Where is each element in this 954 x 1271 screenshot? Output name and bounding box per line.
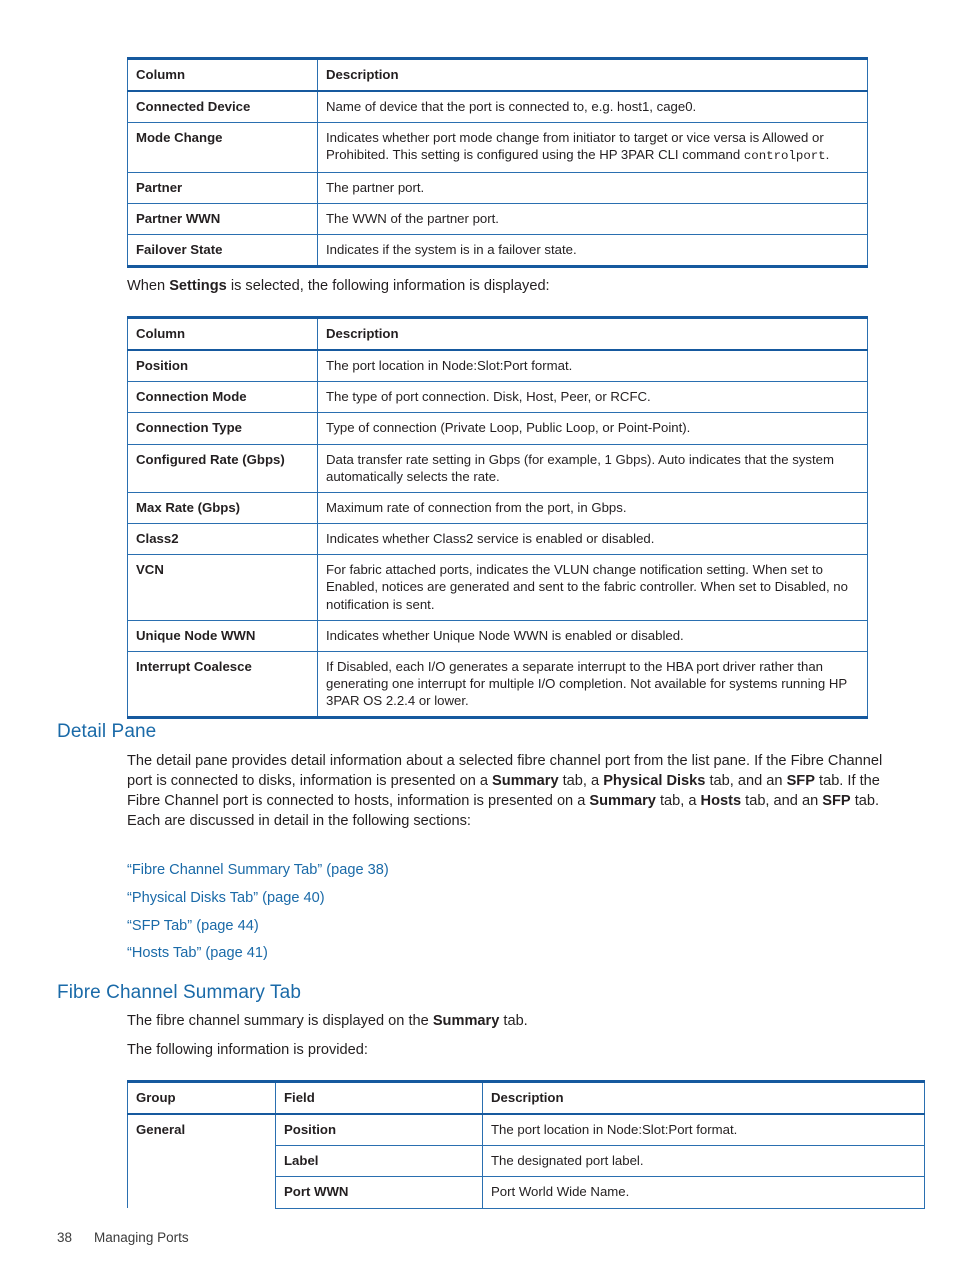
link-sfp-tab[interactable]: “SFP Tab” (page 44) <box>127 918 259 934</box>
table-row: Partner WWN The WWN of the partner port. <box>127 202 868 235</box>
table-connected-device: Column Description Connected Device Name… <box>127 57 868 269</box>
table-settings: Column Description Position The port loc… <box>127 316 868 720</box>
table-row: Configured Rate (Gbps) Data transfer rat… <box>127 443 868 493</box>
cell-description: If Disabled, each I/O generates a separa… <box>317 650 868 719</box>
cell-column: Position <box>127 349 318 383</box>
cell-description: Port World Wide Name. <box>482 1176 925 1209</box>
page-footer: 38 Managing Ports <box>57 1230 189 1245</box>
footer-section-title: Managing Ports <box>94 1230 189 1245</box>
cell-description: The port location in Node:Slot:Port form… <box>317 349 868 383</box>
cell-column: Class2 <box>127 523 318 556</box>
cell-field: Position <box>275 1113 483 1147</box>
column-header-description: Description <box>317 317 868 352</box>
table-header-row: Group Field Description <box>127 1081 925 1116</box>
dp-text-6: tab, and an <box>741 792 823 809</box>
footer-page-number: 38 <box>57 1230 73 1245</box>
cell-description: The WWN of the partner port. <box>317 202 868 235</box>
cell-description: Indicates whether Class2 service is enab… <box>317 523 868 556</box>
cell-column: Configured Rate (Gbps) <box>127 443 318 493</box>
cell-column: Failover State <box>127 233 318 268</box>
cell-column: Max Rate (Gbps) <box>127 491 318 525</box>
dp-text-5: tab, a <box>655 792 701 809</box>
dp-bold-sfp-1: SFP <box>786 772 815 789</box>
column-header-description: Description <box>317 58 868 93</box>
table-header-row: Column Description <box>127 58 868 93</box>
table-row: Interrupt Coalesce If Disabled, each I/O… <box>127 650 868 719</box>
cell-description: Data transfer rate setting in Gbps (for … <box>317 443 868 493</box>
dp-bold-summary-2: Summary <box>589 792 656 809</box>
fc-summary-line-1: The fibre channel summary is displayed o… <box>127 1012 884 1032</box>
column-header-description: Description <box>482 1081 925 1116</box>
cell-column: Connection Mode <box>127 381 318 414</box>
table-row: Position The port location in Node:Slot:… <box>127 349 868 383</box>
intro-bold-settings: Settings <box>169 278 227 294</box>
dp-bold-sfp-2: SFP <box>822 792 851 809</box>
cell-column: Partner <box>127 171 318 204</box>
table-header-row: Column Description <box>127 317 868 352</box>
cell-column: Connection Type <box>127 412 318 445</box>
dp-bold-summary-1: Summary <box>492 772 559 789</box>
dp-text-3: tab, and an <box>705 772 787 789</box>
cell-group-general: General <box>127 1113 276 1209</box>
intro-post: is selected, the following information i… <box>226 278 550 294</box>
cell-column: VCN <box>127 554 318 621</box>
cell-field: Label <box>275 1145 483 1178</box>
table-row: Connected Device Name of device that the… <box>127 90 868 124</box>
cell-column: Mode Change <box>127 122 318 173</box>
fc-pre: The fibre channel summary is displayed o… <box>127 1013 433 1029</box>
table-row: Max Rate (Gbps) Maximum rate of connecti… <box>127 491 868 525</box>
table-row: Unique Node WWN Indicates whether Unique… <box>127 619 868 652</box>
fc-summary-line-2: The following information is provided: <box>127 1042 368 1058</box>
table-fc-summary-fields: Group Field Description General Position… <box>127 1080 925 1209</box>
link-fibre-channel-summary-tab[interactable]: “Fibre Channel Summary Tab” (page 38) <box>127 862 389 878</box>
table-row: Connection Type Type of connection (Priv… <box>127 412 868 445</box>
table-row: Failover State Indicates if the system i… <box>127 233 868 268</box>
link-hosts-tab[interactable]: “Hosts Tab” (page 41) <box>127 945 268 961</box>
dp-bold-hosts: Hosts <box>700 792 742 809</box>
cell-description: Indicates whether Unique Node WWN is ena… <box>317 619 868 652</box>
cell-description: The type of port connection. Disk, Host,… <box>317 381 868 414</box>
dp-text-2: tab, a <box>558 772 604 789</box>
cell-description: Indicates whether port mode change from … <box>317 122 868 173</box>
fc-bold-summary: Summary <box>432 1013 500 1029</box>
cell-column: Unique Node WWN <box>127 619 318 652</box>
cell-column: Connected Device <box>127 90 318 124</box>
cell-description: The port location in Node:Slot:Port form… <box>482 1113 925 1147</box>
desc-text-post: . <box>825 147 830 163</box>
dp-bold-physical-disks: Physical Disks <box>603 772 706 789</box>
cell-description: For fabric attached ports, indicates the… <box>317 554 868 621</box>
settings-intro-paragraph: When Settings is selected, the following… <box>127 277 827 297</box>
detail-pane-paragraph: The detail pane provides detail informat… <box>127 752 884 832</box>
document-page: Column Description Connected Device Name… <box>0 0 954 1271</box>
table-row: Connection Mode The type of port connect… <box>127 381 868 414</box>
column-header-field: Field <box>275 1081 483 1116</box>
column-header-column: Column <box>127 317 318 352</box>
column-header-column: Column <box>127 58 318 93</box>
table-row: Class2 Indicates whether Class2 service … <box>127 523 868 556</box>
fc-post: tab. <box>499 1013 528 1029</box>
cell-description: Maximum rate of connection from the port… <box>317 491 868 525</box>
cell-description: Name of device that the port is connecte… <box>317 90 868 124</box>
heading-detail-pane: Detail Pane <box>57 721 157 742</box>
cell-column: Interrupt Coalesce <box>127 650 318 719</box>
table-row: Partner The partner port. <box>127 171 868 204</box>
column-header-group: Group <box>127 1081 276 1116</box>
cell-description: The partner port. <box>317 171 868 204</box>
link-physical-disks-tab[interactable]: “Physical Disks Tab” (page 40) <box>127 890 325 906</box>
table-row: Mode Change Indicates whether port mode … <box>127 122 868 173</box>
cell-field: Port WWN <box>275 1176 483 1209</box>
table-row: VCN For fabric attached ports, indicates… <box>127 554 868 621</box>
table-row: General Position The port location in No… <box>127 1113 925 1209</box>
cell-description: Type of connection (Private Loop, Public… <box>317 412 868 445</box>
heading-fibre-channel-summary-tab: Fibre Channel Summary Tab <box>57 982 301 1003</box>
intro-pre: When <box>127 278 170 294</box>
cell-column: Partner WWN <box>127 202 318 235</box>
cell-description: The designated port label. <box>482 1145 925 1178</box>
cli-command: controlport <box>743 149 826 164</box>
cell-description: Indicates if the system is in a failover… <box>317 233 868 268</box>
